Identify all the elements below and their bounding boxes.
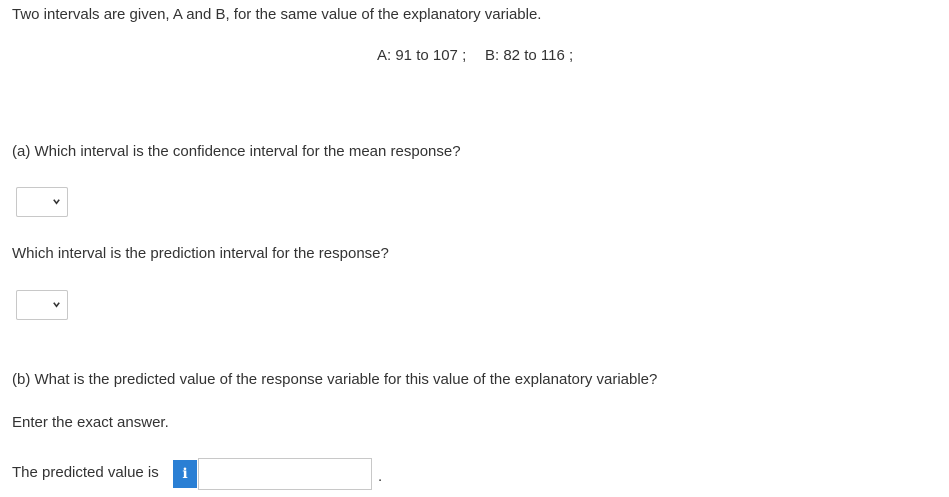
interval-a: A: 91 to 107 ;	[377, 47, 467, 64]
predicted-value-input[interactable]	[198, 458, 372, 490]
interval-b: B: 82 to 116 ;	[485, 47, 574, 64]
chevron-down-icon	[53, 199, 60, 205]
chevron-down-icon	[53, 302, 60, 308]
info-icon[interactable]: i	[173, 460, 197, 488]
trailing-period: .	[378, 468, 383, 485]
answer-label: The predicted value is	[12, 464, 159, 481]
confidence-interval-dropdown[interactable]	[16, 187, 68, 217]
prediction-interval-dropdown[interactable]	[16, 290, 68, 320]
intro-text: Two intervals are given, A and B, for th…	[12, 6, 542, 23]
question-a-confidence: (a) Which interval is the confidence int…	[12, 143, 461, 160]
instruction-text: Enter the exact answer.	[12, 414, 169, 431]
question-b-predicted-value: (b) What is the predicted value of the r…	[12, 371, 658, 388]
question-prediction: Which interval is the prediction interva…	[12, 245, 389, 262]
